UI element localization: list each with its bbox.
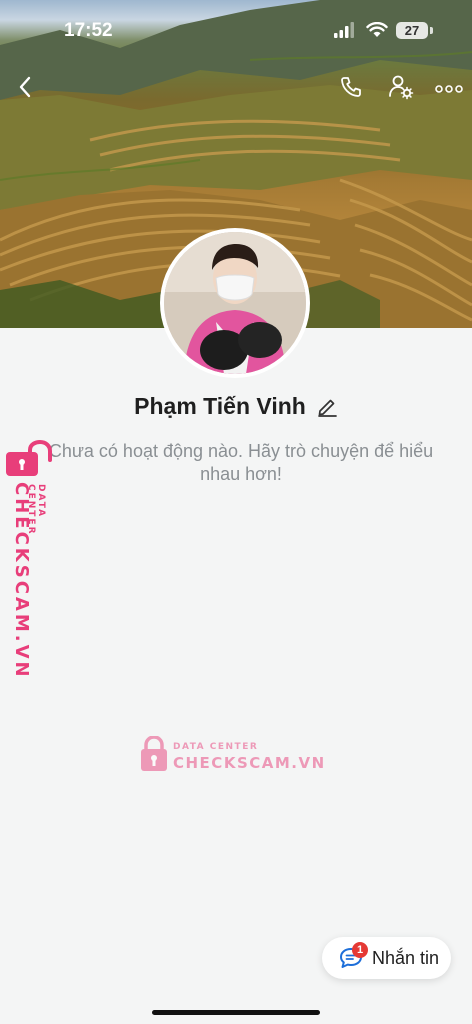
- profile-settings-button[interactable]: [386, 74, 416, 104]
- send-message-label: Nhắn tin: [372, 947, 440, 968]
- ellipsis-icon: [435, 80, 463, 98]
- watermark-center-brand: CHECKSCAM.VN: [173, 754, 326, 772]
- phone-icon: [339, 75, 363, 104]
- avatar-photo: [164, 232, 306, 374]
- status-bar: 17:52 27: [0, 0, 472, 60]
- user-gear-icon: [388, 74, 414, 105]
- more-options-button[interactable]: [432, 74, 466, 104]
- home-indicator[interactable]: [152, 1010, 320, 1015]
- status-time: 17:52: [64, 20, 113, 41]
- back-button[interactable]: [10, 74, 40, 104]
- lock-icon: [140, 735, 168, 777]
- send-message-button[interactable]: Nhắn tin: [322, 937, 451, 979]
- battery-indicator: 27: [396, 22, 428, 39]
- watermark-center-subtitle: DATA CENTER: [173, 742, 259, 752]
- wifi-icon: [366, 21, 388, 43]
- profile-name: Phạm Tiến Vinh: [134, 392, 306, 419]
- pencil-icon[interactable]: [316, 395, 338, 417]
- battery-cap: [430, 27, 433, 34]
- call-button[interactable]: [336, 74, 366, 104]
- profile-name-row: Phạm Tiến Vinh: [0, 390, 472, 422]
- unread-badge: 1: [352, 942, 368, 958]
- cellular-signal-icon: [334, 22, 356, 43]
- watermark-side-subtitle: DATA CENTER: [26, 484, 46, 536]
- watermark-center: DATA CENTER CHECKSCAM.VN: [140, 734, 324, 777]
- chevron-left-icon: [18, 76, 32, 103]
- lock-icon: [6, 439, 52, 483]
- empty-activity-text: Chưa có hoạt động nào. Hãy trò chuyện để…: [48, 441, 434, 484]
- avatar[interactable]: [160, 228, 310, 378]
